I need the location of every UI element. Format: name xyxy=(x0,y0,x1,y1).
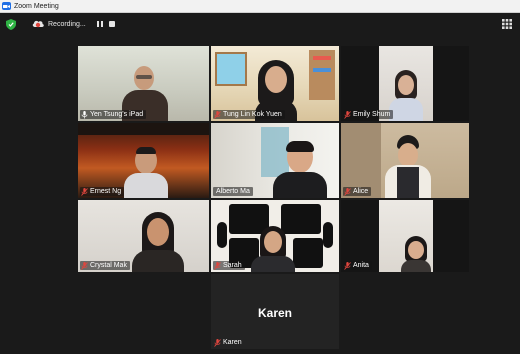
participant-video xyxy=(124,147,168,198)
participant-name-tag: Yen Tsung's iPad xyxy=(80,110,147,119)
meeting-toolbar: Recording... xyxy=(0,13,520,35)
participant-display-name: Karen xyxy=(257,306,292,320)
participant-name-tag: Crystal Mak xyxy=(80,261,130,270)
participant-name-tag: Alice xyxy=(343,187,372,196)
recording-icon xyxy=(32,20,44,28)
pause-icon[interactable] xyxy=(96,20,104,28)
microphone-muted-icon xyxy=(214,261,221,270)
title-bar: Zoom Meeting xyxy=(0,0,520,13)
video-tile[interactable]: Tung Lin Kok Yuen xyxy=(211,46,339,121)
participant-name-tag: Emily Shum xyxy=(343,110,394,119)
video-tile[interactable]: Alberto Ma xyxy=(211,123,339,198)
participant-name-tag: Tung Lin Kok Yuen xyxy=(213,110,285,119)
participant-name-tag: Karen xyxy=(213,338,245,347)
gallery-grid-icon[interactable] xyxy=(502,19,512,29)
microphone-muted-icon xyxy=(81,261,88,270)
shield-icon[interactable] xyxy=(6,18,16,30)
participant-video xyxy=(401,236,431,272)
video-tile[interactable]: Alice xyxy=(341,123,469,198)
participant-name-tag: Anita xyxy=(343,261,372,270)
video-tile[interactable]: Anita xyxy=(341,200,469,272)
video-tile[interactable]: Sarah xyxy=(211,200,339,272)
video-tile[interactable]: Ernest Ng xyxy=(78,123,209,198)
microphone-muted-icon xyxy=(81,187,88,196)
recording-label: Recording... xyxy=(48,20,86,28)
microphone-icon xyxy=(81,110,88,118)
participant-video xyxy=(385,135,431,198)
window-title: Zoom Meeting xyxy=(14,2,59,10)
participant-video xyxy=(132,212,184,272)
microphone-muted-icon xyxy=(214,338,221,347)
participant-video xyxy=(251,226,295,272)
video-tile[interactable]: Karen Karen xyxy=(211,274,339,349)
video-tile[interactable]: Crystal Mak xyxy=(78,200,209,272)
video-tile[interactable]: Yen Tsung's iPad xyxy=(78,46,209,121)
microphone-muted-icon xyxy=(344,110,351,119)
participant-video xyxy=(273,141,327,198)
video-tile[interactable]: Emily Shum xyxy=(341,46,469,121)
participant-name-tag: Ernest Ng xyxy=(80,187,125,196)
zoom-app-icon xyxy=(2,2,11,10)
microphone-muted-icon xyxy=(214,110,221,119)
microphone-muted-icon xyxy=(344,261,351,270)
participant-name-tag: Sarah xyxy=(213,261,245,270)
participant-name-tag: Alberto Ma xyxy=(213,187,253,196)
microphone-muted-icon xyxy=(344,187,351,196)
stop-icon[interactable] xyxy=(108,21,115,27)
